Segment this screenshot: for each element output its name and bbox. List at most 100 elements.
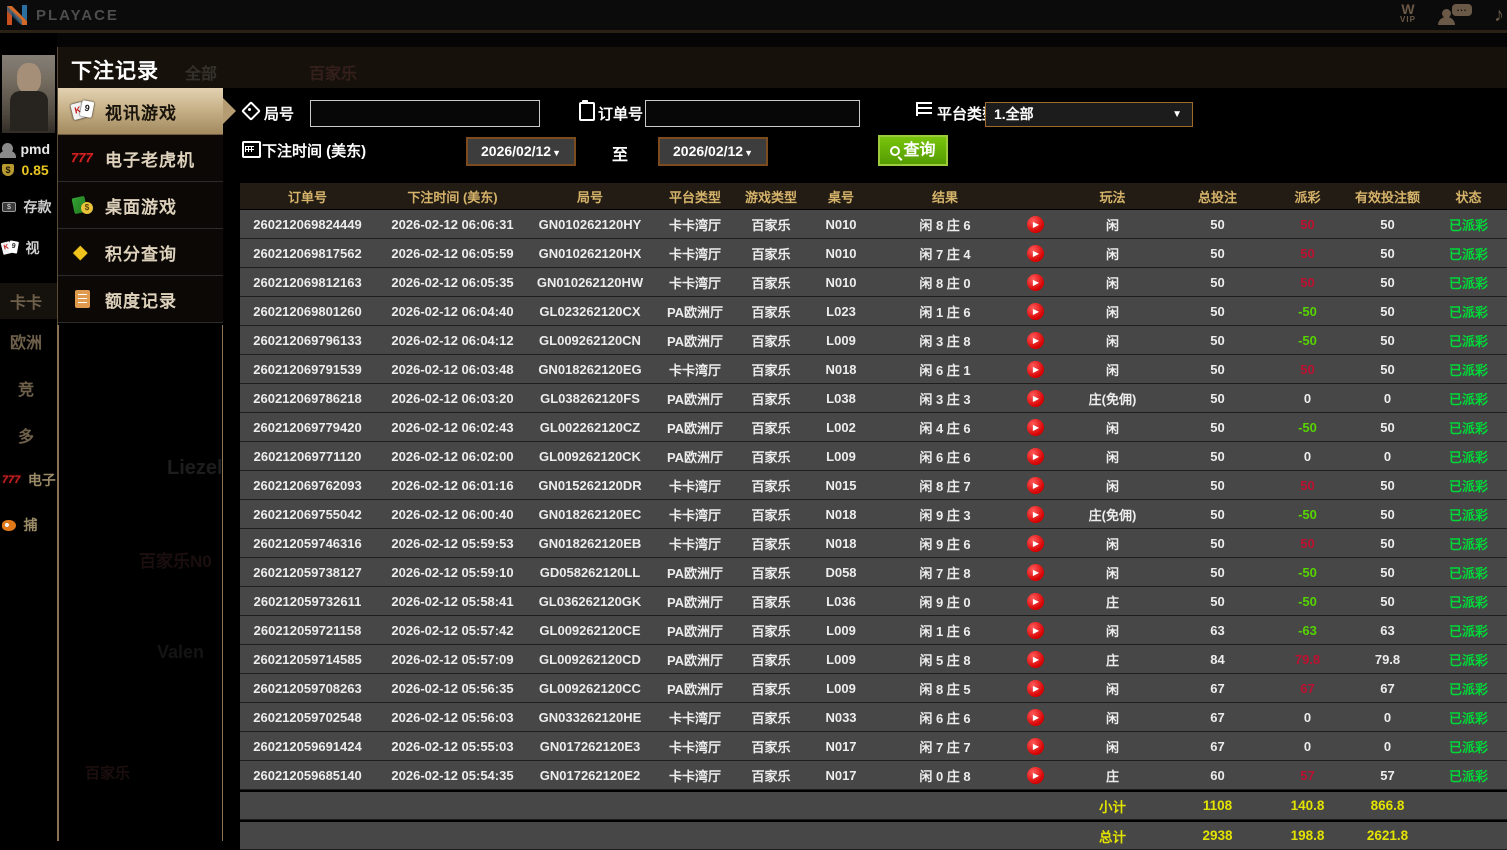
replay-cell: ▶ bbox=[1010, 210, 1060, 238]
game-type-cell: 百家乐 bbox=[751, 507, 791, 523]
total-bet-cell: 67 bbox=[1210, 738, 1225, 754]
total-bet-cell: 50 bbox=[1210, 448, 1225, 464]
music-note-icon[interactable]: ♪ bbox=[1489, 3, 1507, 29]
play-type-cell: 闲 bbox=[1105, 681, 1119, 697]
result-cell: 闲 3 庄 3 bbox=[919, 391, 971, 407]
valid-bet-cell: 57 bbox=[1380, 767, 1395, 783]
subtotal-row: 小计 1108 140.8 866.8 bbox=[240, 792, 1507, 820]
total-bet-cell: 60 bbox=[1210, 767, 1225, 783]
page-title: 下注记录 bbox=[71, 60, 159, 83]
order-number-cell: 260212069817562 bbox=[253, 245, 362, 261]
replay-play-icon[interactable]: ▶ bbox=[1026, 273, 1044, 291]
replay-play-icon[interactable]: ▶ bbox=[1026, 476, 1044, 494]
hall-item[interactable]: 卡卡 bbox=[0, 283, 57, 319]
game-type-cell: 百家乐 bbox=[751, 275, 791, 291]
payout-cell: -50 bbox=[1298, 303, 1317, 319]
hall-item[interactable]: 竞 bbox=[18, 376, 34, 400]
replay-play-icon[interactable]: ▶ bbox=[1026, 708, 1044, 726]
bet-time-cell: 2026-02-12 05:57:09 bbox=[391, 651, 514, 667]
replay-play-icon[interactable]: ▶ bbox=[1026, 302, 1044, 320]
replay-play-icon[interactable]: ▶ bbox=[1026, 331, 1044, 349]
sidebar-item-电子老虎机[interactable]: 电子老虎机 bbox=[57, 135, 223, 182]
result-cell: 闲 8 庄 0 bbox=[919, 275, 971, 291]
customer-support-icon[interactable]: ... bbox=[1438, 3, 1474, 29]
replay-play-icon[interactable]: ▶ bbox=[1026, 592, 1044, 610]
round-number-cell: GN017262120E2 bbox=[539, 767, 641, 783]
playace-logo[interactable] bbox=[4, 2, 30, 28]
result-cell: 闲 3 庄 8 bbox=[919, 333, 971, 349]
payout-cell: 67 bbox=[1300, 680, 1315, 696]
hall-item[interactable]: 欧洲 bbox=[10, 329, 42, 353]
video-games-item[interactable]: 视 bbox=[2, 238, 39, 258]
round-number-cell: GN010262120HW bbox=[536, 274, 644, 290]
replay-play-icon[interactable]: ▶ bbox=[1026, 215, 1044, 233]
game-type-cell: 百家乐 bbox=[751, 623, 791, 639]
status-cell: 已派彩 bbox=[1448, 217, 1488, 233]
table-number-cell: D058 bbox=[825, 564, 857, 580]
replay-play-icon[interactable]: ▶ bbox=[1026, 447, 1044, 465]
round-number-cell: GL002262120CZ bbox=[539, 419, 641, 435]
round-number-input[interactable] bbox=[310, 100, 540, 127]
payout-cell: -63 bbox=[1298, 622, 1317, 638]
replay-play-icon[interactable]: ▶ bbox=[1026, 621, 1044, 639]
slot-777-icon bbox=[71, 147, 97, 169]
total-bet-cell: 50 bbox=[1210, 477, 1225, 493]
payout-cell: -50 bbox=[1298, 419, 1317, 435]
replay-play-icon[interactable]: ▶ bbox=[1026, 360, 1044, 378]
summary-label: 小计 bbox=[1099, 799, 1126, 815]
status-cell: 已派彩 bbox=[1448, 420, 1488, 436]
replay-play-icon[interactable]: ▶ bbox=[1026, 505, 1044, 523]
sidebar-item-额度记录[interactable]: 额度记录 bbox=[57, 276, 223, 323]
money-bag-icon: $ bbox=[2, 163, 14, 176]
sidebar-item-视讯游戏[interactable]: 视讯游戏 bbox=[57, 88, 236, 135]
replay-cell: ▶ bbox=[1010, 529, 1060, 557]
play-type-cell: 闲 bbox=[1105, 420, 1119, 436]
replay-play-icon[interactable]: ▶ bbox=[1026, 766, 1044, 784]
platform-type-cell: 卡卡湾厅 bbox=[668, 536, 721, 552]
total-bet-cell: 63 bbox=[1210, 622, 1225, 638]
result-cell: 闲 9 庄 0 bbox=[919, 594, 971, 610]
bet-time-cell: 2026-02-12 05:56:35 bbox=[391, 680, 514, 696]
search-button[interactable]: 查询 bbox=[878, 135, 948, 166]
replay-play-icon[interactable]: ▶ bbox=[1026, 650, 1044, 668]
summary-valid-bet: 2621.8 bbox=[1366, 828, 1409, 843]
round-number-cell: GL009262120CN bbox=[539, 332, 641, 348]
vip-icon[interactable]: W VIP bbox=[1388, 2, 1428, 29]
platform-type-cell: PA欧洲厅 bbox=[666, 565, 724, 581]
play-type-cell: 闲 bbox=[1105, 217, 1119, 233]
order-number-input[interactable] bbox=[645, 100, 860, 127]
date-from-picker[interactable]: 2026/02/12▼ bbox=[466, 137, 576, 166]
user-avatar[interactable] bbox=[2, 55, 55, 133]
playing-cards-icon bbox=[71, 100, 97, 122]
replay-cell: ▶ bbox=[1010, 616, 1060, 644]
replay-cell: ▶ bbox=[1010, 558, 1060, 586]
order-number-cell: 260212069801260 bbox=[253, 303, 362, 319]
platform-type-select[interactable]: 1.全部 ▼ bbox=[985, 102, 1193, 127]
replay-cell: ▶ bbox=[1010, 500, 1060, 528]
valid-bet-cell: 50 bbox=[1380, 535, 1395, 551]
round-number-cell: GN018262120EB bbox=[538, 535, 642, 551]
replay-cell: ▶ bbox=[1010, 703, 1060, 731]
replay-play-icon[interactable]: ▶ bbox=[1026, 389, 1044, 407]
date-to-picker[interactable]: 2026/02/12▼ bbox=[658, 137, 768, 166]
total-bet-cell: 50 bbox=[1210, 245, 1225, 261]
slots-item[interactable]: 777 电子 bbox=[2, 470, 56, 490]
replay-play-icon[interactable]: ▶ bbox=[1026, 534, 1044, 552]
replay-play-icon[interactable]: ▶ bbox=[1026, 418, 1044, 436]
replay-play-icon[interactable]: ▶ bbox=[1026, 679, 1044, 697]
replay-play-icon[interactable]: ▶ bbox=[1026, 563, 1044, 581]
sidebar-item-桌面游戏[interactable]: 桌面游戏 bbox=[57, 182, 223, 229]
hall-item[interactable]: 多 bbox=[18, 423, 34, 447]
summary-empty-cell bbox=[740, 822, 802, 849]
deposit-item[interactable]: $ 存款 bbox=[2, 197, 51, 217]
replay-play-icon[interactable]: ▶ bbox=[1026, 244, 1044, 262]
bet-time-cell: 2026-02-12 06:05:59 bbox=[391, 245, 514, 261]
fishing-item[interactable]: 捕 bbox=[2, 515, 37, 535]
replay-play-icon[interactable]: ▶ bbox=[1026, 737, 1044, 755]
background-table-label: 百家乐N0 bbox=[139, 552, 212, 571]
sidebar-item-积分查询[interactable]: 积分查询 bbox=[57, 229, 223, 276]
brand-text[interactable]: PLAYACE bbox=[36, 7, 119, 24]
order-number-cell: 260212059738127 bbox=[253, 564, 362, 580]
background-dealer-name: Valen bbox=[157, 642, 205, 662]
status-cell: 已派彩 bbox=[1448, 681, 1488, 697]
